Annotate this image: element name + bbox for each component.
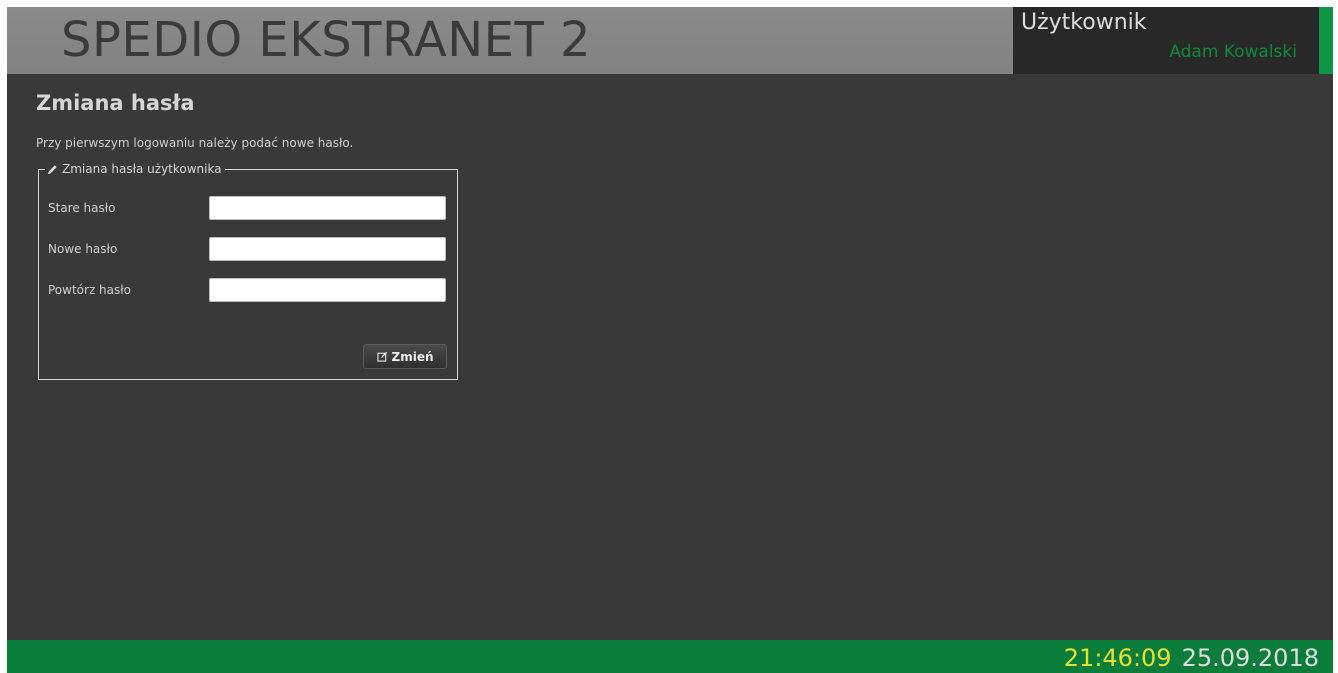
form-legend: Zmiana hasła użytkownika <box>45 161 225 177</box>
page-title: Zmiana hasła <box>36 91 195 115</box>
form-legend-label: Zmiana hasła użytkownika <box>62 162 222 176</box>
main-content: Zmiana hasła Przy pierwszym logowaniu na… <box>7 74 1333 640</box>
repeat-password-input[interactable] <box>209 278 446 302</box>
new-password-row: Nowe hasło <box>39 237 457 263</box>
password-change-form: Zmiana hasła użytkownika Stare hasło Now… <box>38 161 458 380</box>
old-password-row: Stare hasło <box>39 196 457 222</box>
user-panel[interactable]: Użytkownik Adam Kowalski <box>1013 7 1319 74</box>
new-password-input[interactable] <box>209 237 446 261</box>
intro-text: Przy pierwszym logowaniu należy podać no… <box>36 136 354 150</box>
old-password-label: Stare hasło <box>48 201 116 215</box>
app-frame: SPEDIO EKSTRANET 2 Użytkownik Adam Kowal… <box>7 7 1333 673</box>
pencil-icon <box>47 164 57 174</box>
user-name: Adam Kowalski <box>1169 42 1297 62</box>
new-password-label: Nowe hasło <box>48 242 118 256</box>
old-password-input[interactable] <box>209 196 446 220</box>
edit-icon <box>376 351 387 362</box>
clock-date: 25.09.2018 <box>1181 644 1319 672</box>
clock-time: 21:46:09 <box>1063 644 1172 672</box>
repeat-password-label: Powtórz hasło <box>48 283 132 297</box>
repeat-password-row: Powtórz hasło <box>39 278 457 304</box>
brand-bar: SPEDIO EKSTRANET 2 <box>7 7 1013 74</box>
change-password-label: Zmień <box>391 349 434 364</box>
user-caption: Użytkownik <box>1021 10 1147 35</box>
clock: 21:46:09 25.09.2018 <box>1064 644 1319 672</box>
footer-bar: 21:46:09 25.09.2018 <box>7 640 1333 673</box>
app-title: SPEDIO EKSTRANET 2 <box>61 12 592 68</box>
user-accent-strip <box>1319 7 1333 74</box>
header: SPEDIO EKSTRANET 2 Użytkownik Adam Kowal… <box>7 7 1333 74</box>
change-password-button[interactable]: Zmień <box>363 344 447 369</box>
